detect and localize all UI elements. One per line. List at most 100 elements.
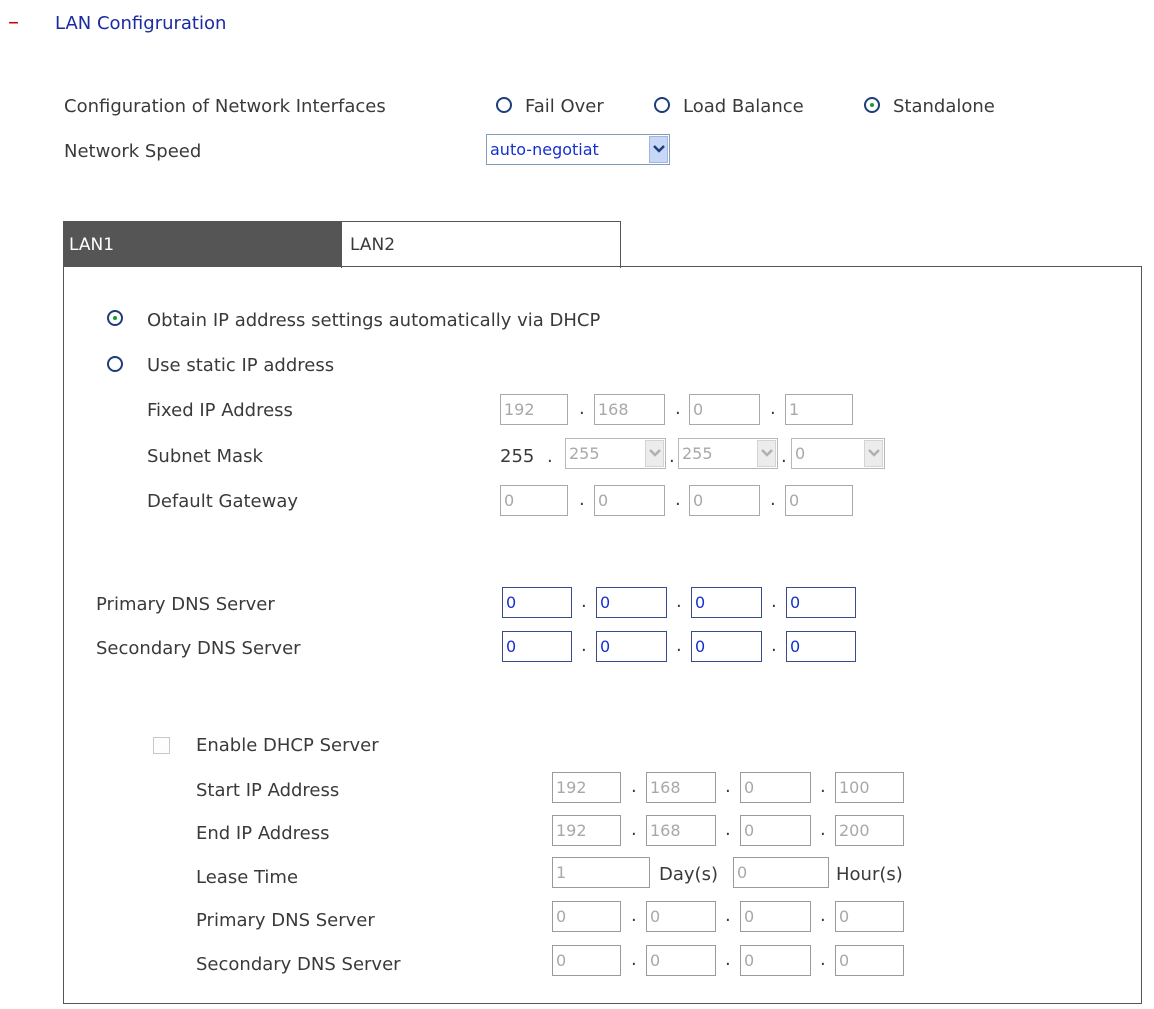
- fixed-ip-label: Fixed IP Address: [147, 400, 293, 421]
- secondary-dns-octet-4[interactable]: 0: [786, 631, 856, 662]
- subnet-octet-4-select[interactable]: 0: [791, 438, 885, 469]
- dhcp-secondary-dns-label: Secondary DNS Server: [196, 954, 401, 975]
- subnet-mask-label: Subnet Mask: [147, 446, 263, 467]
- primary-dns-octet-2[interactable]: 0: [596, 587, 667, 618]
- chevron-down-icon[interactable]: [645, 440, 664, 467]
- chevron-down-icon[interactable]: [757, 440, 776, 467]
- network-speed-select[interactable]: auto-negotiat: [486, 134, 670, 165]
- subnet-octet-3-value: 255: [682, 444, 713, 463]
- dhcp-primary-dns-octet-1[interactable]: 0: [552, 901, 621, 932]
- network-speed-value: auto-negotiat: [490, 140, 599, 159]
- network-speed-label: Network Speed: [64, 141, 202, 162]
- gateway-octet-1[interactable]: 0: [500, 485, 568, 516]
- start-ip-octet-4[interactable]: 100: [835, 772, 904, 803]
- end-ip-octet-2[interactable]: 168: [646, 815, 716, 846]
- dhcp-primary-dns-octet-4[interactable]: 0: [835, 901, 904, 932]
- end-ip-label: End IP Address: [196, 823, 330, 844]
- start-ip-octet-3[interactable]: 0: [740, 772, 811, 803]
- radio-standalone-label: Standalone: [893, 96, 995, 117]
- secondary-dns-octet-1[interactable]: 0: [502, 631, 572, 662]
- ip-separator: .: [547, 446, 553, 467]
- ip-separator: .: [631, 776, 637, 797]
- dhcp-primary-dns-label: Primary DNS Server: [196, 910, 375, 931]
- gateway-octet-4[interactable]: 0: [785, 485, 853, 516]
- ip-separator: .: [770, 398, 776, 419]
- fixed-ip-octet-2[interactable]: 168: [594, 394, 665, 425]
- ip-separator: .: [725, 776, 731, 797]
- ip-separator: .: [676, 635, 682, 656]
- subnet-prefix: 255: [500, 446, 535, 467]
- ip-separator: .: [725, 949, 731, 970]
- dhcp-primary-dns-octet-3[interactable]: 0: [740, 901, 811, 932]
- primary-dns-octet-1[interactable]: 0: [502, 587, 572, 618]
- ip-separator: .: [820, 819, 826, 840]
- primary-dns-octet-4[interactable]: 0: [786, 587, 856, 618]
- subnet-octet-2-value: 255: [569, 444, 600, 463]
- start-ip-label: Start IP Address: [196, 780, 340, 801]
- subnet-octet-3-select[interactable]: 255: [678, 438, 778, 469]
- section-title[interactable]: LAN Configruration: [55, 12, 226, 36]
- ip-separator: .: [676, 591, 682, 612]
- config-label: Configuration of Network Interfaces: [64, 96, 386, 117]
- fixed-ip-octet-1[interactable]: 192: [500, 394, 568, 425]
- lease-hours-input[interactable]: 0: [733, 857, 829, 888]
- dhcp-secondary-dns-octet-1[interactable]: 0: [552, 945, 621, 976]
- primary-dns-label: Primary DNS Server: [96, 594, 275, 615]
- tab-lan1[interactable]: LAN1: [63, 221, 341, 267]
- radio-dhcp-label: Obtain IP address settings automatically…: [147, 310, 601, 331]
- ip-separator: .: [675, 398, 681, 419]
- fixed-ip-octet-4[interactable]: 1: [785, 394, 853, 425]
- dhcp-primary-dns-octet-2[interactable]: 0: [646, 901, 716, 932]
- secondary-dns-octet-2[interactable]: 0: [596, 631, 667, 662]
- radio-static-ip[interactable]: [107, 356, 123, 372]
- radio-fail-over-label: Fail Over: [525, 96, 604, 117]
- ip-separator: .: [669, 446, 675, 467]
- enable-dhcp-server-label: Enable DHCP Server: [196, 735, 379, 756]
- gateway-octet-3[interactable]: 0: [689, 485, 760, 516]
- ip-separator: .: [579, 398, 585, 419]
- ip-separator: .: [725, 905, 731, 926]
- ip-separator: .: [631, 819, 637, 840]
- lease-time-label: Lease Time: [196, 867, 299, 888]
- ip-separator: .: [631, 905, 637, 926]
- secondary-dns-octet-3[interactable]: 0: [691, 631, 762, 662]
- end-ip-octet-3[interactable]: 0: [740, 815, 811, 846]
- lease-days-unit: Day(s): [659, 864, 718, 885]
- chevron-down-icon[interactable]: [864, 440, 883, 467]
- ip-separator: .: [725, 819, 731, 840]
- lease-days-input[interactable]: 1: [552, 857, 650, 888]
- default-gateway-label: Default Gateway: [147, 491, 299, 512]
- dhcp-secondary-dns-octet-4[interactable]: 0: [835, 945, 904, 976]
- start-ip-octet-2[interactable]: 168: [646, 772, 716, 803]
- dhcp-secondary-dns-octet-2[interactable]: 0: [646, 945, 716, 976]
- ip-separator: .: [820, 776, 826, 797]
- radio-fail-over[interactable]: [496, 97, 512, 113]
- ip-separator: .: [581, 591, 587, 612]
- fixed-ip-octet-3[interactable]: 0: [689, 394, 760, 425]
- lease-hours-unit: Hour(s): [836, 864, 903, 885]
- enable-dhcp-server-checkbox[interactable]: [153, 737, 170, 754]
- subnet-octet-4-value: 0: [795, 444, 806, 463]
- radio-standalone[interactable]: [864, 97, 880, 113]
- subnet-octet-2-select[interactable]: 255: [565, 438, 666, 469]
- ip-separator: .: [820, 949, 826, 970]
- end-ip-octet-4[interactable]: 200: [835, 815, 904, 846]
- start-ip-octet-1[interactable]: 192: [552, 772, 621, 803]
- ip-separator: .: [631, 949, 637, 970]
- ip-separator: .: [581, 635, 587, 656]
- collapse-icon[interactable]: –: [8, 6, 19, 40]
- radio-load-balance-label: Load Balance: [683, 96, 804, 117]
- ip-separator: .: [820, 905, 826, 926]
- ip-separator: .: [579, 489, 585, 510]
- secondary-dns-label: Secondary DNS Server: [96, 638, 301, 659]
- ip-separator: .: [781, 446, 787, 467]
- gateway-octet-2[interactable]: 0: [594, 485, 665, 516]
- tab-lan2[interactable]: LAN2: [341, 221, 621, 268]
- end-ip-octet-1[interactable]: 192: [552, 815, 621, 846]
- radio-dhcp[interactable]: [107, 310, 123, 326]
- chevron-down-icon[interactable]: [649, 136, 668, 163]
- radio-static-ip-label: Use static IP address: [147, 355, 335, 376]
- radio-load-balance[interactable]: [654, 97, 670, 113]
- dhcp-secondary-dns-octet-3[interactable]: 0: [740, 945, 811, 976]
- primary-dns-octet-3[interactable]: 0: [691, 587, 762, 618]
